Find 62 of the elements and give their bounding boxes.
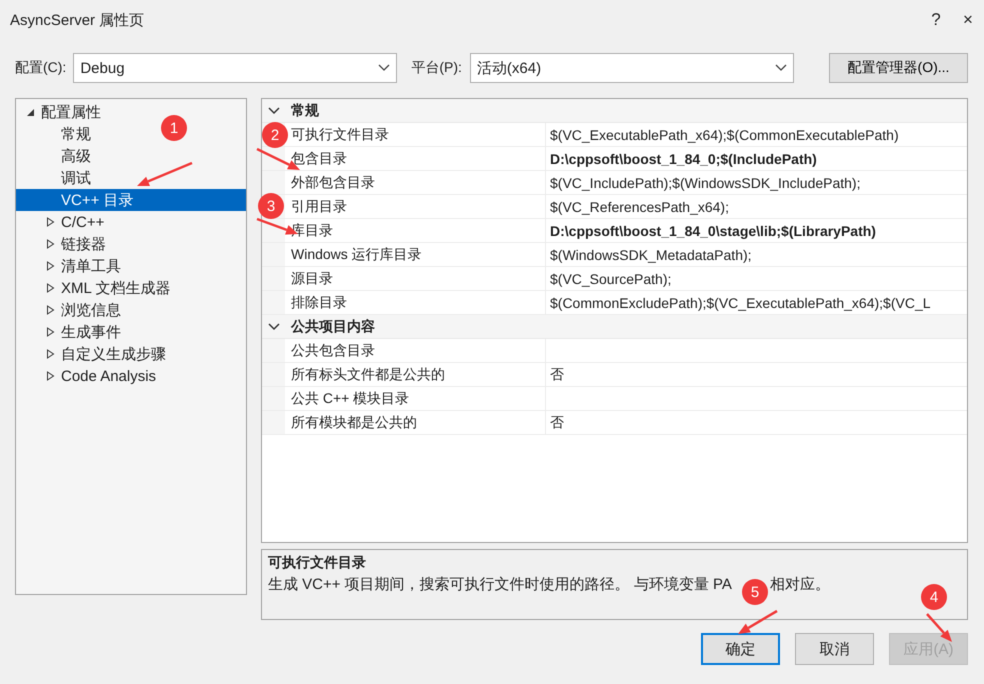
collapsed-triangle-icon[interactable] <box>46 305 55 315</box>
tree-item[interactable]: XML 文档生成器 <box>16 277 174 299</box>
collapsed-triangle-icon[interactable] <box>46 239 55 249</box>
config-label: 配置(C): <box>15 59 66 77</box>
tree-item[interactable]: VC++ 目录 <box>16 189 246 211</box>
chevron-down-icon[interactable] <box>268 322 280 330</box>
tree-item[interactable]: 链接器 <box>16 233 110 255</box>
tree-item[interactable]: 浏览信息 <box>16 299 125 321</box>
property-value[interactable]: $(WindowsSDK_MetadataPath); <box>546 243 752 266</box>
tree-item[interactable]: 清单工具 <box>16 255 125 277</box>
tree-item[interactable]: 自定义生成步骤 <box>16 343 170 365</box>
property-value[interactable]: $(VC_ReferencesPath_x64); <box>546 195 729 218</box>
property-name[interactable]: 公共 C++ 模块目录 <box>285 387 546 410</box>
help-button[interactable]: ? <box>920 4 952 36</box>
tree-item[interactable]: Code Analysis <box>16 365 160 387</box>
description-title: 可执行文件目录 <box>268 554 367 572</box>
collapsed-triangle-icon[interactable] <box>46 327 55 337</box>
description-text: 生成 VC++ 项目期间，搜索可执行文件时使用的路径。 与环境变量 PA <box>268 576 732 593</box>
tree-item[interactable]: 常规 <box>16 123 95 145</box>
property-name[interactable]: 公共包含目录 <box>285 339 546 362</box>
property-value[interactable]: $(VC_ExecutablePath_x64);$(CommonExecutablePath) <box>546 123 899 146</box>
property-name[interactable]: 排除目录 <box>285 291 546 314</box>
expanded-triangle-icon[interactable] <box>26 107 35 117</box>
property-value[interactable]: $(CommonExcludePath);$(VC_ExecutablePath_x64);$(VC_L <box>546 291 931 314</box>
property-value[interactable]: $(VC_SourcePath); <box>546 267 672 290</box>
dialog-button[interactable]: 取消 <box>795 633 874 665</box>
platform-dropdown[interactable]: 活动(x64) <box>470 53 794 83</box>
collapsed-triangle-icon[interactable] <box>46 261 55 271</box>
config-dropdown[interactable]: Debug <box>73 53 398 83</box>
property-value[interactable]: 否 <box>546 411 564 434</box>
caret-icon <box>378 64 390 72</box>
collapsed-triangle-icon[interactable] <box>46 349 55 359</box>
property-name[interactable]: 引用目录 <box>285 195 546 218</box>
caret-icon <box>774 64 787 72</box>
number-badge: 4 <box>921 584 947 610</box>
tree-item[interactable]: 高级 <box>16 145 95 167</box>
tree-item[interactable]: 生成事件 <box>16 321 125 343</box>
number-badge: 5 <box>742 579 768 605</box>
category-header: 常规 <box>290 102 319 120</box>
collapsed-triangle-icon[interactable] <box>46 217 55 227</box>
property-name[interactable]: Windows 运行库目录 <box>285 243 546 266</box>
category-header: 公共项目内容 <box>290 318 375 336</box>
platform-label: 平台(P): <box>411 59 462 77</box>
property-name[interactable]: 源目录 <box>285 267 546 290</box>
collapsed-triangle-icon[interactable] <box>46 283 55 293</box>
property-name[interactable]: 所有模块都是公共的 <box>285 411 546 434</box>
ok-button[interactable]: 确定 <box>701 633 780 665</box>
close-button[interactable]: × <box>952 4 984 36</box>
description-text: 相对应。 <box>770 576 830 593</box>
chevron-down-icon[interactable] <box>268 106 280 114</box>
property-name[interactable]: 外部包含目录 <box>285 171 546 194</box>
window-title: AsyncServer 属性页 <box>10 10 146 30</box>
property-value[interactable]: D:\cppsoft\boost_1_84_0\stage\lib;$(LibraryPath) <box>546 219 876 242</box>
property-value[interactable]: $(VC_IncludePath);$(WindowsSDK_IncludePath); <box>546 171 860 194</box>
collapsed-triangle-icon[interactable] <box>46 371 55 381</box>
property-name[interactable]: 所有标头文件都是公共的 <box>285 363 546 386</box>
property-value[interactable]: D:\cppsoft\boost_1_84_0;$(IncludePath) <box>546 147 817 170</box>
tree-item[interactable]: 调试 <box>16 167 95 189</box>
property-value[interactable]: 否 <box>546 363 564 386</box>
tree-item[interactable]: 配置属性 <box>16 101 105 123</box>
config-manager-button[interactable]: 配置管理器(O)... <box>829 53 968 83</box>
tree-item[interactable]: C/C++ <box>16 211 108 233</box>
